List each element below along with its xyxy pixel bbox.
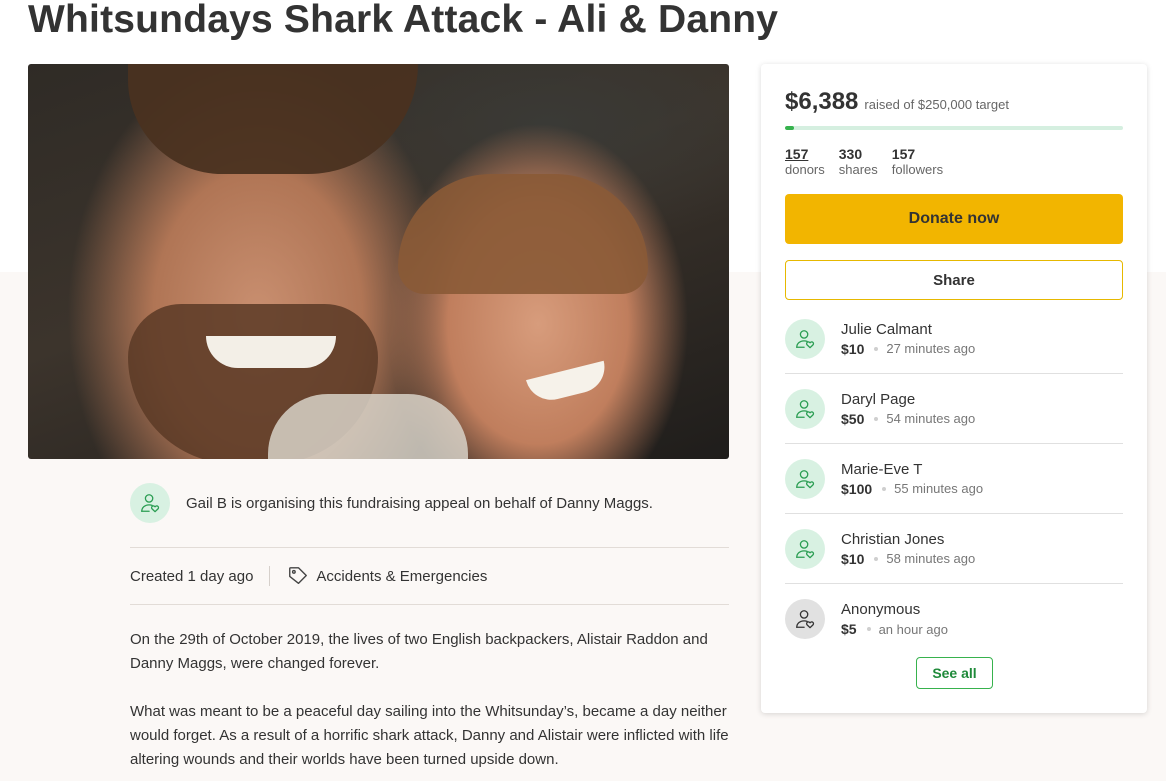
donor-avatar <box>785 388 825 429</box>
separator-dot <box>874 346 879 351</box>
stat-shares: 330 shares <box>839 146 878 178</box>
donation-amount: $5 <box>841 621 857 637</box>
donor-name: Marie-Eve T <box>841 460 923 478</box>
story-paragraph: On the 29th of October 2019, the lives o… <box>130 631 708 672</box>
user-heart-icon <box>796 329 815 348</box>
donation-sidebar: $6,388 raised of $250,000 target 157 don… <box>761 64 1147 713</box>
stat-value: 157 <box>891 146 916 162</box>
stat-value: 157 <box>785 146 809 162</box>
created-date: Created 1 day ago <box>130 567 254 585</box>
photo-detail <box>398 174 648 294</box>
donation-item: Christian Jones $10 58 minutes ago <box>785 514 1123 584</box>
donation-time: an hour ago <box>878 621 948 637</box>
donation-amount: $50 <box>841 410 865 427</box>
progress-fill <box>785 126 794 130</box>
donor-name: Julie Calmant <box>841 320 932 338</box>
stat-followers: 157 followers <box>892 146 943 178</box>
see-all-button[interactable]: See all <box>916 657 993 689</box>
page-title: Whitsundays Shark Attack - Ali & Danny <box>28 0 779 41</box>
user-heart-icon <box>796 399 815 418</box>
donor-name: Anonymous <box>841 601 921 618</box>
donation-time: 55 minutes ago <box>894 481 984 496</box>
campaign-story: On the 29th of October 2019, the lives o… <box>130 628 729 772</box>
user-heart-icon <box>141 494 160 513</box>
divider <box>130 547 729 548</box>
stat-donors[interactable]: 157 donors <box>785 146 825 178</box>
photo-detail <box>128 64 418 174</box>
divider <box>130 604 729 605</box>
donation-time: 58 minutes ago <box>886 551 976 566</box>
category-link[interactable]: Accidents & Emergencies <box>287 565 487 587</box>
tag-icon <box>289 567 308 585</box>
separator-dot <box>866 627 871 631</box>
raised-amount: $6,388 <box>785 88 859 115</box>
meta-divider <box>269 566 271 586</box>
separator-dot <box>874 556 879 561</box>
user-heart-icon <box>796 539 815 558</box>
photo-detail <box>206 336 336 368</box>
donor-avatar <box>785 458 825 499</box>
photo-detail <box>526 360 610 406</box>
stat-value: 330 <box>838 146 863 162</box>
category-label: Accidents & Emergencies <box>316 567 488 585</box>
donation-item: Daryl Page $50 54 minutes ago <box>785 374 1123 444</box>
donate-now-button[interactable]: Donate now <box>785 194 1123 244</box>
donation-amount: $10 <box>841 550 865 567</box>
user-heart-icon <box>796 469 815 488</box>
campaign-meta: Created 1 day ago Accidents & Emergencie… <box>130 560 487 592</box>
organiser-avatar <box>130 483 170 523</box>
recent-donations: Julie Calmant $10 27 minutes ago Daryl Pa… <box>785 304 1123 654</box>
user-heart-icon <box>796 610 815 629</box>
raised-summary: $6,388 raised of $250,000 target <box>785 88 1009 116</box>
organiser-info: Gail B is organising this fundraising ap… <box>130 482 653 524</box>
progress-bar <box>785 126 1123 130</box>
separator-dot <box>874 416 879 421</box>
story-paragraph: What was meant to be a peaceful day sail… <box>130 703 729 768</box>
donation-item: Marie-Eve T $100 55 minutes ago <box>785 444 1123 514</box>
donation-time: 27 minutes ago <box>886 341 976 356</box>
organiser-text: Gail B is organising this fundraising ap… <box>186 494 653 512</box>
stat-label: followers <box>891 162 944 177</box>
separator-dot <box>882 486 887 491</box>
raised-target: raised of $250,000 target <box>864 97 1009 112</box>
donor-avatar <box>785 318 825 359</box>
donor-avatar <box>785 599 825 639</box>
donor-name: Daryl Page <box>841 390 916 408</box>
donation-time: 54 minutes ago <box>886 411 976 426</box>
stat-label: donors <box>785 162 825 177</box>
campaign-stats: 157 donors 330 shares 157 followers <box>785 146 943 178</box>
donor-avatar <box>785 528 825 569</box>
donor-name: Christian Jones <box>841 530 945 548</box>
donation-item: Anonymous $5 an hour ago <box>785 584 1123 654</box>
donation-amount: $100 <box>841 480 873 497</box>
donation-amount: $10 <box>841 340 865 357</box>
campaign-photo[interactable] <box>28 64 729 459</box>
photo-detail <box>268 394 468 459</box>
stat-label: shares <box>838 162 878 177</box>
share-button[interactable]: Share <box>785 260 1123 300</box>
donation-item: Julie Calmant $10 27 minutes ago <box>785 304 1123 374</box>
